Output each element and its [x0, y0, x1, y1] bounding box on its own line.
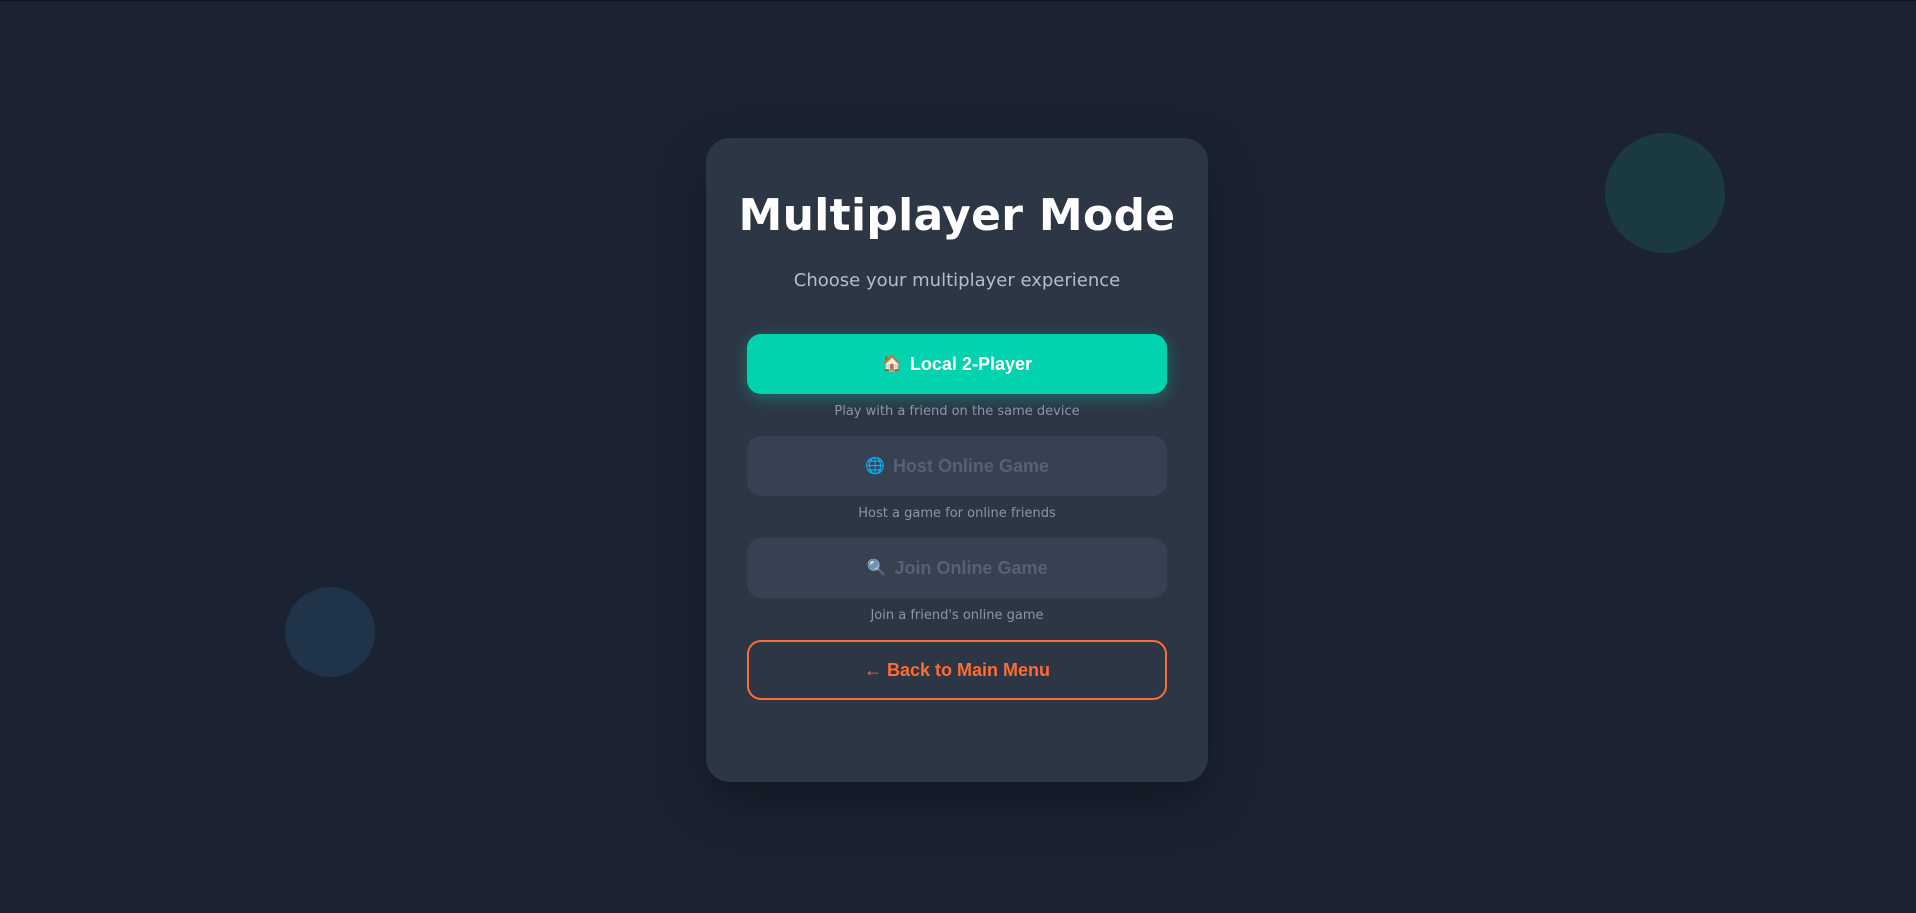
page-subtitle: Choose your multiplayer experience [793, 270, 1121, 291]
multiplayer-card: Multiplayer Mode Choose your multiplayer… [706, 138, 1208, 782]
back-to-main-menu-button[interactable]: ← Back to Main Menu [747, 640, 1167, 700]
back-to-main-menu-label: ← Back to Main Menu [863, 659, 1051, 680]
decorative-circle-teal [1605, 133, 1725, 253]
page-title: Multiplayer Mode [738, 190, 1176, 241]
local-2-player-button[interactable]: 🏠 Local 2-Player [747, 334, 1167, 394]
host-online-game-button[interactable]: 🌐 Host Online Game [747, 436, 1167, 496]
search-icon: 🔍 [866, 560, 887, 577]
house-icon: 🏠 [882, 356, 902, 373]
join-online-game-button[interactable]: 🔍 Join Online Game [747, 538, 1167, 598]
local-2-player-description: Play with a friend on the same device [834, 404, 1080, 419]
host-online-game-description: Host a game for online friends [858, 506, 1056, 521]
host-online-game-label: Host Online Game [892, 455, 1049, 476]
top-border [0, 0, 1916, 1]
join-online-game-label: Join Online Game [894, 557, 1048, 578]
join-online-game-description: Join a friend's online game [870, 608, 1044, 623]
local-2-player-label: Local 2-Player [909, 353, 1032, 374]
decorative-circle-blue [285, 587, 375, 677]
globe-icon: 🌐 [865, 458, 885, 475]
